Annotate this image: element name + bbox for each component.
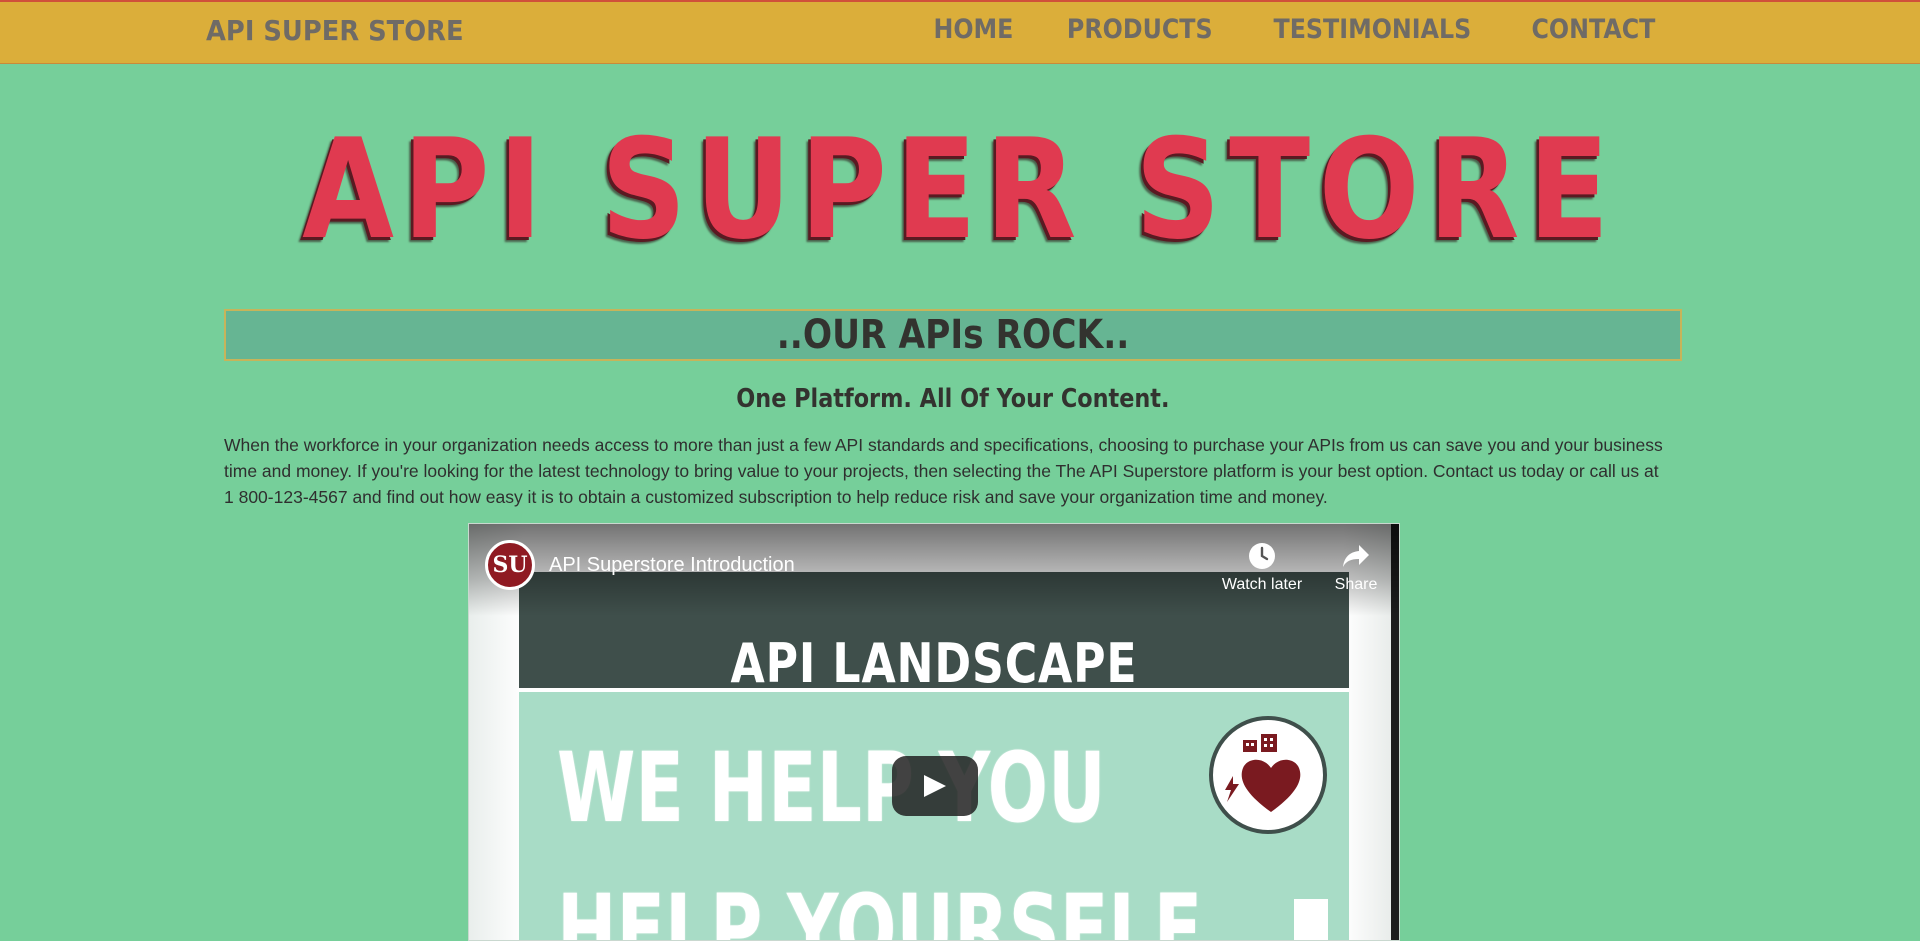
play-button[interactable] — [892, 756, 978, 816]
video-top-bar: SU API Superstore Introduction Watch lat… — [469, 524, 1399, 616]
watch-later-label: Watch later — [1221, 576, 1303, 593]
nav-links: HOME PRODUCTS TESTIMONIALS CONTACT — [928, 14, 1664, 45]
bookmark-icon — [1291, 898, 1331, 940]
hero-title: API SUPER STORE — [302, 109, 1618, 270]
brand-link[interactable]: API SUPER STORE — [206, 14, 464, 47]
play-icon — [924, 775, 946, 797]
video-title[interactable]: API Superstore Introduction — [549, 554, 795, 577]
video-player[interactable]: API LANDSCAPE WE HELP YOU HELP YOURSELF — [468, 523, 1400, 941]
nav-products-link[interactable]: PRODUCTS — [1067, 14, 1213, 45]
clock-icon — [1249, 543, 1275, 569]
nav-testimonials-link[interactable]: TESTIMONIALS — [1274, 14, 1472, 45]
share-label: Share — [1334, 576, 1378, 593]
watch-later-button[interactable]: Watch later — [1207, 542, 1317, 594]
slide-header-text: API LANDSCAPE — [730, 632, 1138, 695]
channel-avatar[interactable]: SU — [485, 540, 535, 590]
navbar: API SUPER STORE HOME PRODUCTS TESTIMONIA… — [0, 0, 1920, 64]
slide-line-2: HELP YOURSELF — [557, 874, 1203, 941]
nav-contact-link[interactable]: CONTACT — [1532, 14, 1656, 45]
subheading-text: One Platform. All Of Your Content. — [736, 384, 1170, 414]
subheading: One Platform. All Of Your Content. — [0, 384, 1906, 414]
share-arrow-icon — [1343, 545, 1369, 567]
slide-line-1: WE HELP YOU — [557, 732, 1106, 844]
heart-icon — [1209, 716, 1327, 834]
tagline-banner: ..OUR APIs ROCK.. — [224, 309, 1682, 361]
share-button[interactable]: Share — [1321, 542, 1391, 594]
tagline-text: ..OUR APIs ROCK.. — [776, 312, 1130, 358]
intro-paragraph: When the workforce in your organization … — [224, 435, 1663, 507]
nav-home-link[interactable]: HOME — [933, 14, 1013, 45]
